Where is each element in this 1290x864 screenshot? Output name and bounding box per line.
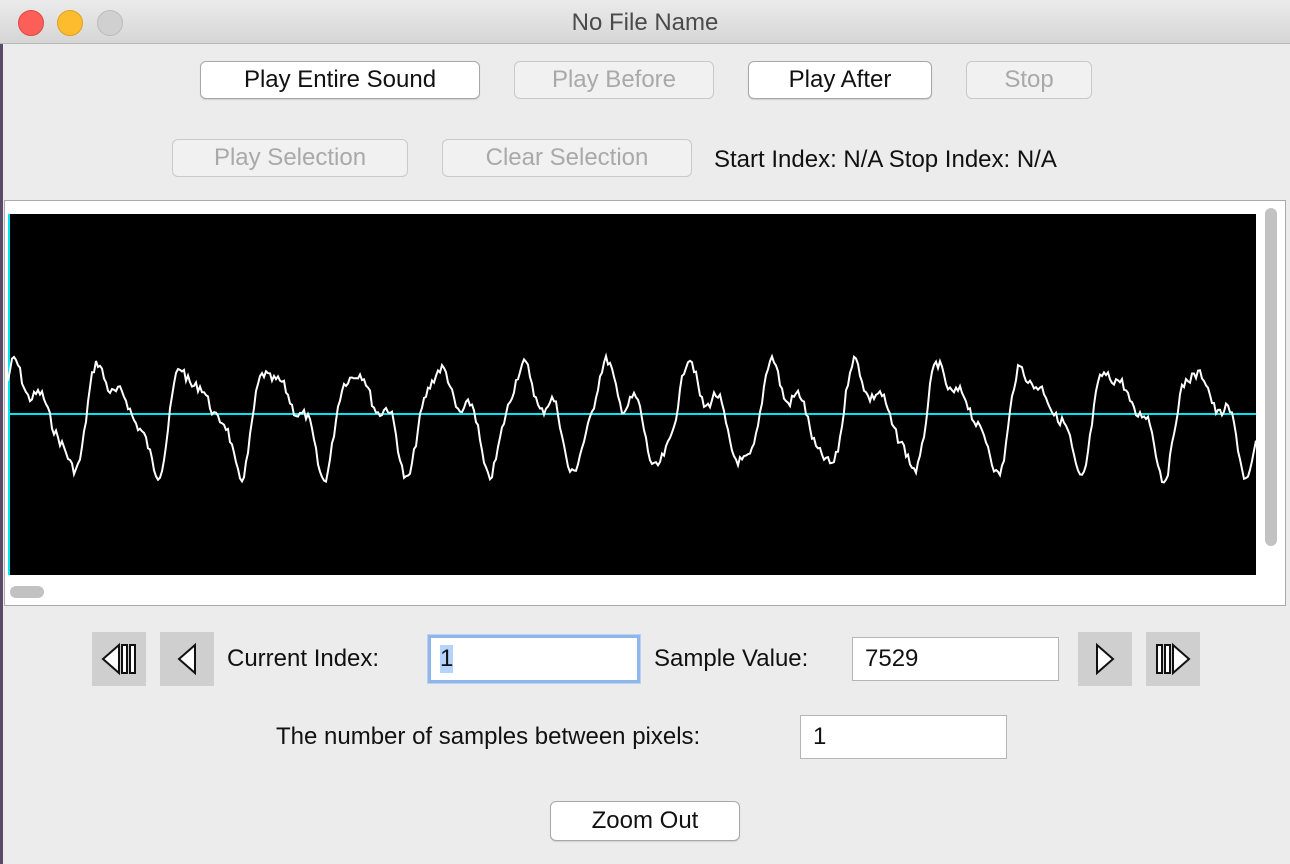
step-forward-button[interactable]: [1078, 632, 1132, 686]
current-index-label: Current Index:: [227, 645, 380, 672]
step-back-button[interactable]: [160, 632, 214, 686]
skip-to-start-icon: [101, 642, 136, 676]
current-index-field[interactable]: 1: [428, 635, 640, 683]
play-after-button[interactable]: Play After: [748, 61, 932, 99]
sound-explorer-window: No File Name Play Entire Sound Play Befo…: [0, 0, 1290, 864]
sample-value-label: Sample Value:: [654, 645, 809, 672]
samples-between-pixels-label: The number of samples between pixels:: [276, 723, 701, 750]
waveform-canvas[interactable]: [8, 214, 1256, 575]
sample-value-field[interactable]: 7529: [852, 637, 1059, 681]
skip-to-end-button[interactable]: [1146, 632, 1200, 686]
clear-selection-button[interactable]: Clear Selection: [442, 139, 692, 177]
samples-between-pixels-field[interactable]: 1: [800, 715, 1007, 759]
horizontal-scrollbar-thumb[interactable]: [10, 586, 44, 598]
skip-to-end-icon: [1156, 642, 1191, 676]
stop-button[interactable]: Stop: [966, 61, 1092, 99]
waveform-svg: [8, 214, 1256, 575]
step-back-icon: [177, 642, 196, 676]
waveform-line: [8, 352, 1256, 484]
play-before-button[interactable]: Play Before: [514, 61, 714, 99]
window-edge: [0, 43, 3, 864]
vertical-scrollbar-thumb[interactable]: [1265, 208, 1277, 546]
window-title: No File Name: [571, 9, 719, 36]
play-entire-sound-button[interactable]: Play Entire Sound: [200, 61, 480, 99]
zoom-out-button[interactable]: Zoom Out: [550, 801, 740, 841]
play-selection-button[interactable]: Play Selection: [172, 139, 408, 177]
selection-index-info: Start Index: N/A Stop Index: N/A: [714, 146, 1057, 174]
skip-to-start-button[interactable]: [92, 632, 146, 686]
start-index-label: Start Index: N/A: [714, 146, 883, 173]
step-forward-icon: [1096, 642, 1115, 676]
stop-index-label: Stop Index: N/A: [888, 146, 1057, 173]
current-index-value: 1: [440, 645, 454, 673]
title-bar: No File Name: [0, 0, 1290, 44]
